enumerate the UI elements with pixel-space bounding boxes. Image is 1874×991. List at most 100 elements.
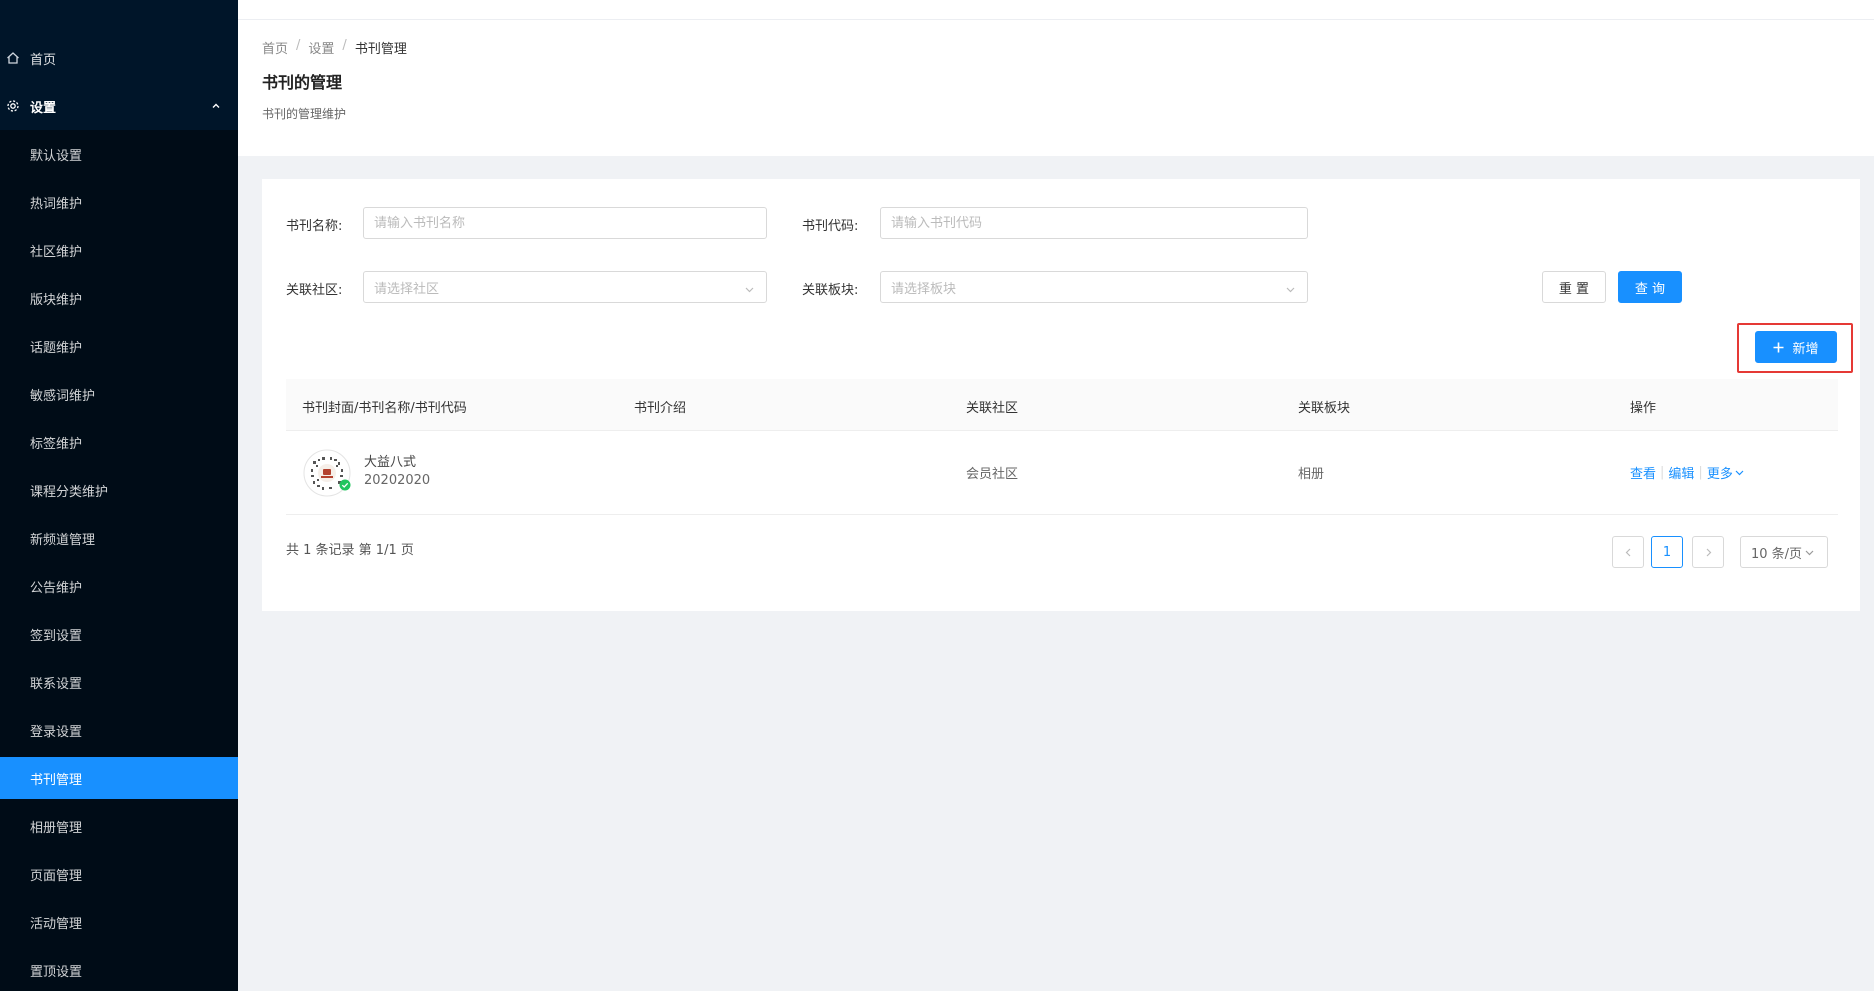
chevron-down-icon (745, 283, 754, 293)
column-header: 操作 (1630, 401, 1657, 416)
prev-page-button[interactable] (1612, 536, 1644, 568)
reset-button[interactable]: 重 置 (1542, 271, 1606, 303)
sidebar-item-label: 社区维护 (30, 244, 83, 260)
sidebar-item-label: 书刊管理 (30, 772, 83, 788)
breadcrumb-home[interactable]: 首页 (262, 38, 288, 57)
sidebar-item-label: 页面管理 (30, 868, 83, 884)
plus-icon (1773, 342, 1784, 353)
chevron-down-icon (1735, 468, 1744, 477)
sidebar-item-label: 版块维护 (30, 292, 83, 308)
breadcrumb-current: 书刊管理 (354, 42, 407, 57)
column-header: 关联社区 (966, 401, 1019, 416)
sidebar-item[interactable]: 活动管理 (0, 901, 238, 943)
sidebar-item[interactable]: 标签维护 (0, 421, 238, 463)
sidebar-item-label: 登录设置 (30, 724, 83, 740)
table-header: 书刊封面/书刊名称/书刊代码 书刊介绍 关联社区 关联板块 操作 (286, 379, 1838, 431)
sidebar-item[interactable]: 新频道管理 (0, 517, 238, 559)
sidebar-item-label: 签到设置 (30, 628, 83, 644)
book-section: 相册 (1298, 467, 1325, 482)
row-actions: 查看 | 编辑 | 更多 (1630, 463, 1744, 482)
section-select-placeholder: 请选择板块 (891, 281, 957, 297)
chevron-down-icon (1805, 548, 1814, 557)
section-select[interactable]: 请选择板块 (880, 271, 1308, 303)
column-header: 书刊介绍 (634, 401, 687, 416)
sidebar-item[interactable]: 相册管理 (0, 805, 238, 847)
sidebar-item-label: 相册管理 (30, 820, 83, 836)
chevron-down-icon (1286, 283, 1295, 293)
sidebar-item[interactable]: 敏感词维护 (0, 373, 238, 415)
more-dropdown[interactable]: 更多 (1707, 463, 1744, 482)
sidebar-item[interactable]: 默认设置 (0, 133, 238, 175)
chevron-right-icon (1704, 548, 1713, 557)
sidebar-item[interactable]: 公告维护 (0, 565, 238, 607)
book-code-input[interactable] (880, 207, 1308, 239)
column-header: 关联板块 (1298, 401, 1351, 416)
community-select[interactable]: 请选择社区 (363, 271, 767, 303)
sidebar-item[interactable]: 课程分类维护 (0, 469, 238, 511)
sidebar-item-label: 默认设置 (30, 148, 83, 164)
book-name-input[interactable] (363, 207, 767, 239)
sidebar: 首页 设置 默认设置热词维护社区维护版块维护话题维护敏感词维护标签维护课程分类维… (0, 0, 238, 991)
sidebar-item-label: 设置 (30, 100, 57, 116)
pagination-summary: 共 1 条记录 第 1/1 页 (286, 543, 414, 558)
breadcrumb-separator: / (296, 38, 301, 53)
sidebar-item[interactable]: 社区维护 (0, 229, 238, 271)
community-label: 关联社区: (286, 283, 343, 298)
sidebar-item[interactable]: 热词维护 (0, 181, 238, 223)
chevron-left-icon (1624, 548, 1633, 557)
column-header: 书刊封面/书刊名称/书刊代码 (302, 401, 467, 416)
page-description: 书刊的管理维护 (262, 107, 347, 121)
book-code-label: 书刊代码: (802, 219, 859, 234)
sidebar-item[interactable]: 书刊管理 (0, 757, 238, 799)
sidebar-item[interactable]: 版块维护 (0, 277, 238, 319)
home-icon (6, 51, 20, 65)
sidebar-item[interactable]: 签到设置 (0, 613, 238, 655)
book-cover-image[interactable] (303, 449, 351, 497)
search-button[interactable]: 查 询 (1618, 271, 1682, 303)
sidebar-item-label: 联系设置 (30, 676, 83, 692)
book-code: 20202020 (364, 473, 431, 488)
sidebar-item-label: 标签维护 (30, 436, 83, 452)
book-community: 会员社区 (966, 467, 1019, 482)
sidebar-item-label: 敏感词维护 (30, 388, 96, 404)
sidebar-item-label: 课程分类维护 (30, 484, 109, 500)
sidebar-item-settings[interactable]: 设置 (0, 85, 238, 127)
breadcrumb-separator: / (342, 38, 347, 53)
more-label: 更多 (1706, 467, 1733, 482)
page-size-value: 10 条/页 (1751, 546, 1803, 562)
check-badge-icon (339, 479, 351, 495)
sidebar-item-label: 话题维护 (30, 340, 83, 356)
sidebar-item[interactable]: 话题维护 (0, 325, 238, 367)
sidebar-item[interactable]: 登录设置 (0, 709, 238, 751)
next-page-button[interactable] (1692, 536, 1724, 568)
page-size-select[interactable]: 10 条/页 (1740, 536, 1828, 568)
sidebar-item-label: 新频道管理 (30, 532, 96, 548)
book-name: 大益八式 (364, 455, 417, 470)
sidebar-item-label: 首页 (30, 52, 57, 68)
sidebar-item-label: 热词维护 (30, 196, 83, 212)
edit-link[interactable]: 编辑 (1668, 463, 1694, 482)
table-row: 大益八式 20202020 会员社区 相册 查看 | 编辑 | 更多 (286, 431, 1838, 515)
sidebar-item-home[interactable]: 首页 (0, 37, 238, 79)
view-link[interactable]: 查看 (1630, 463, 1656, 482)
sidebar-item-label: 活动管理 (30, 916, 83, 932)
gear-icon (6, 99, 20, 113)
breadcrumb-settings[interactable]: 设置 (308, 38, 334, 57)
book-name-label: 书刊名称: (286, 219, 343, 234)
page-title: 书刊的管理 (262, 73, 343, 92)
community-select-placeholder: 请选择社区 (374, 281, 440, 297)
sidebar-item[interactable]: 联系设置 (0, 661, 238, 703)
add-button[interactable]: 新增 (1755, 331, 1837, 363)
chevron-up-icon (212, 99, 220, 108)
sidebar-item[interactable]: 页面管理 (0, 853, 238, 895)
sidebar-item-label: 公告维护 (30, 580, 83, 596)
action-separator: | (1698, 465, 1703, 480)
action-separator: | (1660, 465, 1665, 480)
sidebar-item[interactable]: 置顶设置 (0, 949, 238, 991)
page-number-button[interactable]: 1 (1651, 536, 1683, 568)
add-button-label: 新增 (1792, 341, 1819, 357)
sidebar-item-label: 置顶设置 (30, 964, 83, 980)
section-label: 关联板块: (802, 283, 859, 298)
top-bar (238, 0, 1874, 20)
page-header (238, 20, 1874, 156)
